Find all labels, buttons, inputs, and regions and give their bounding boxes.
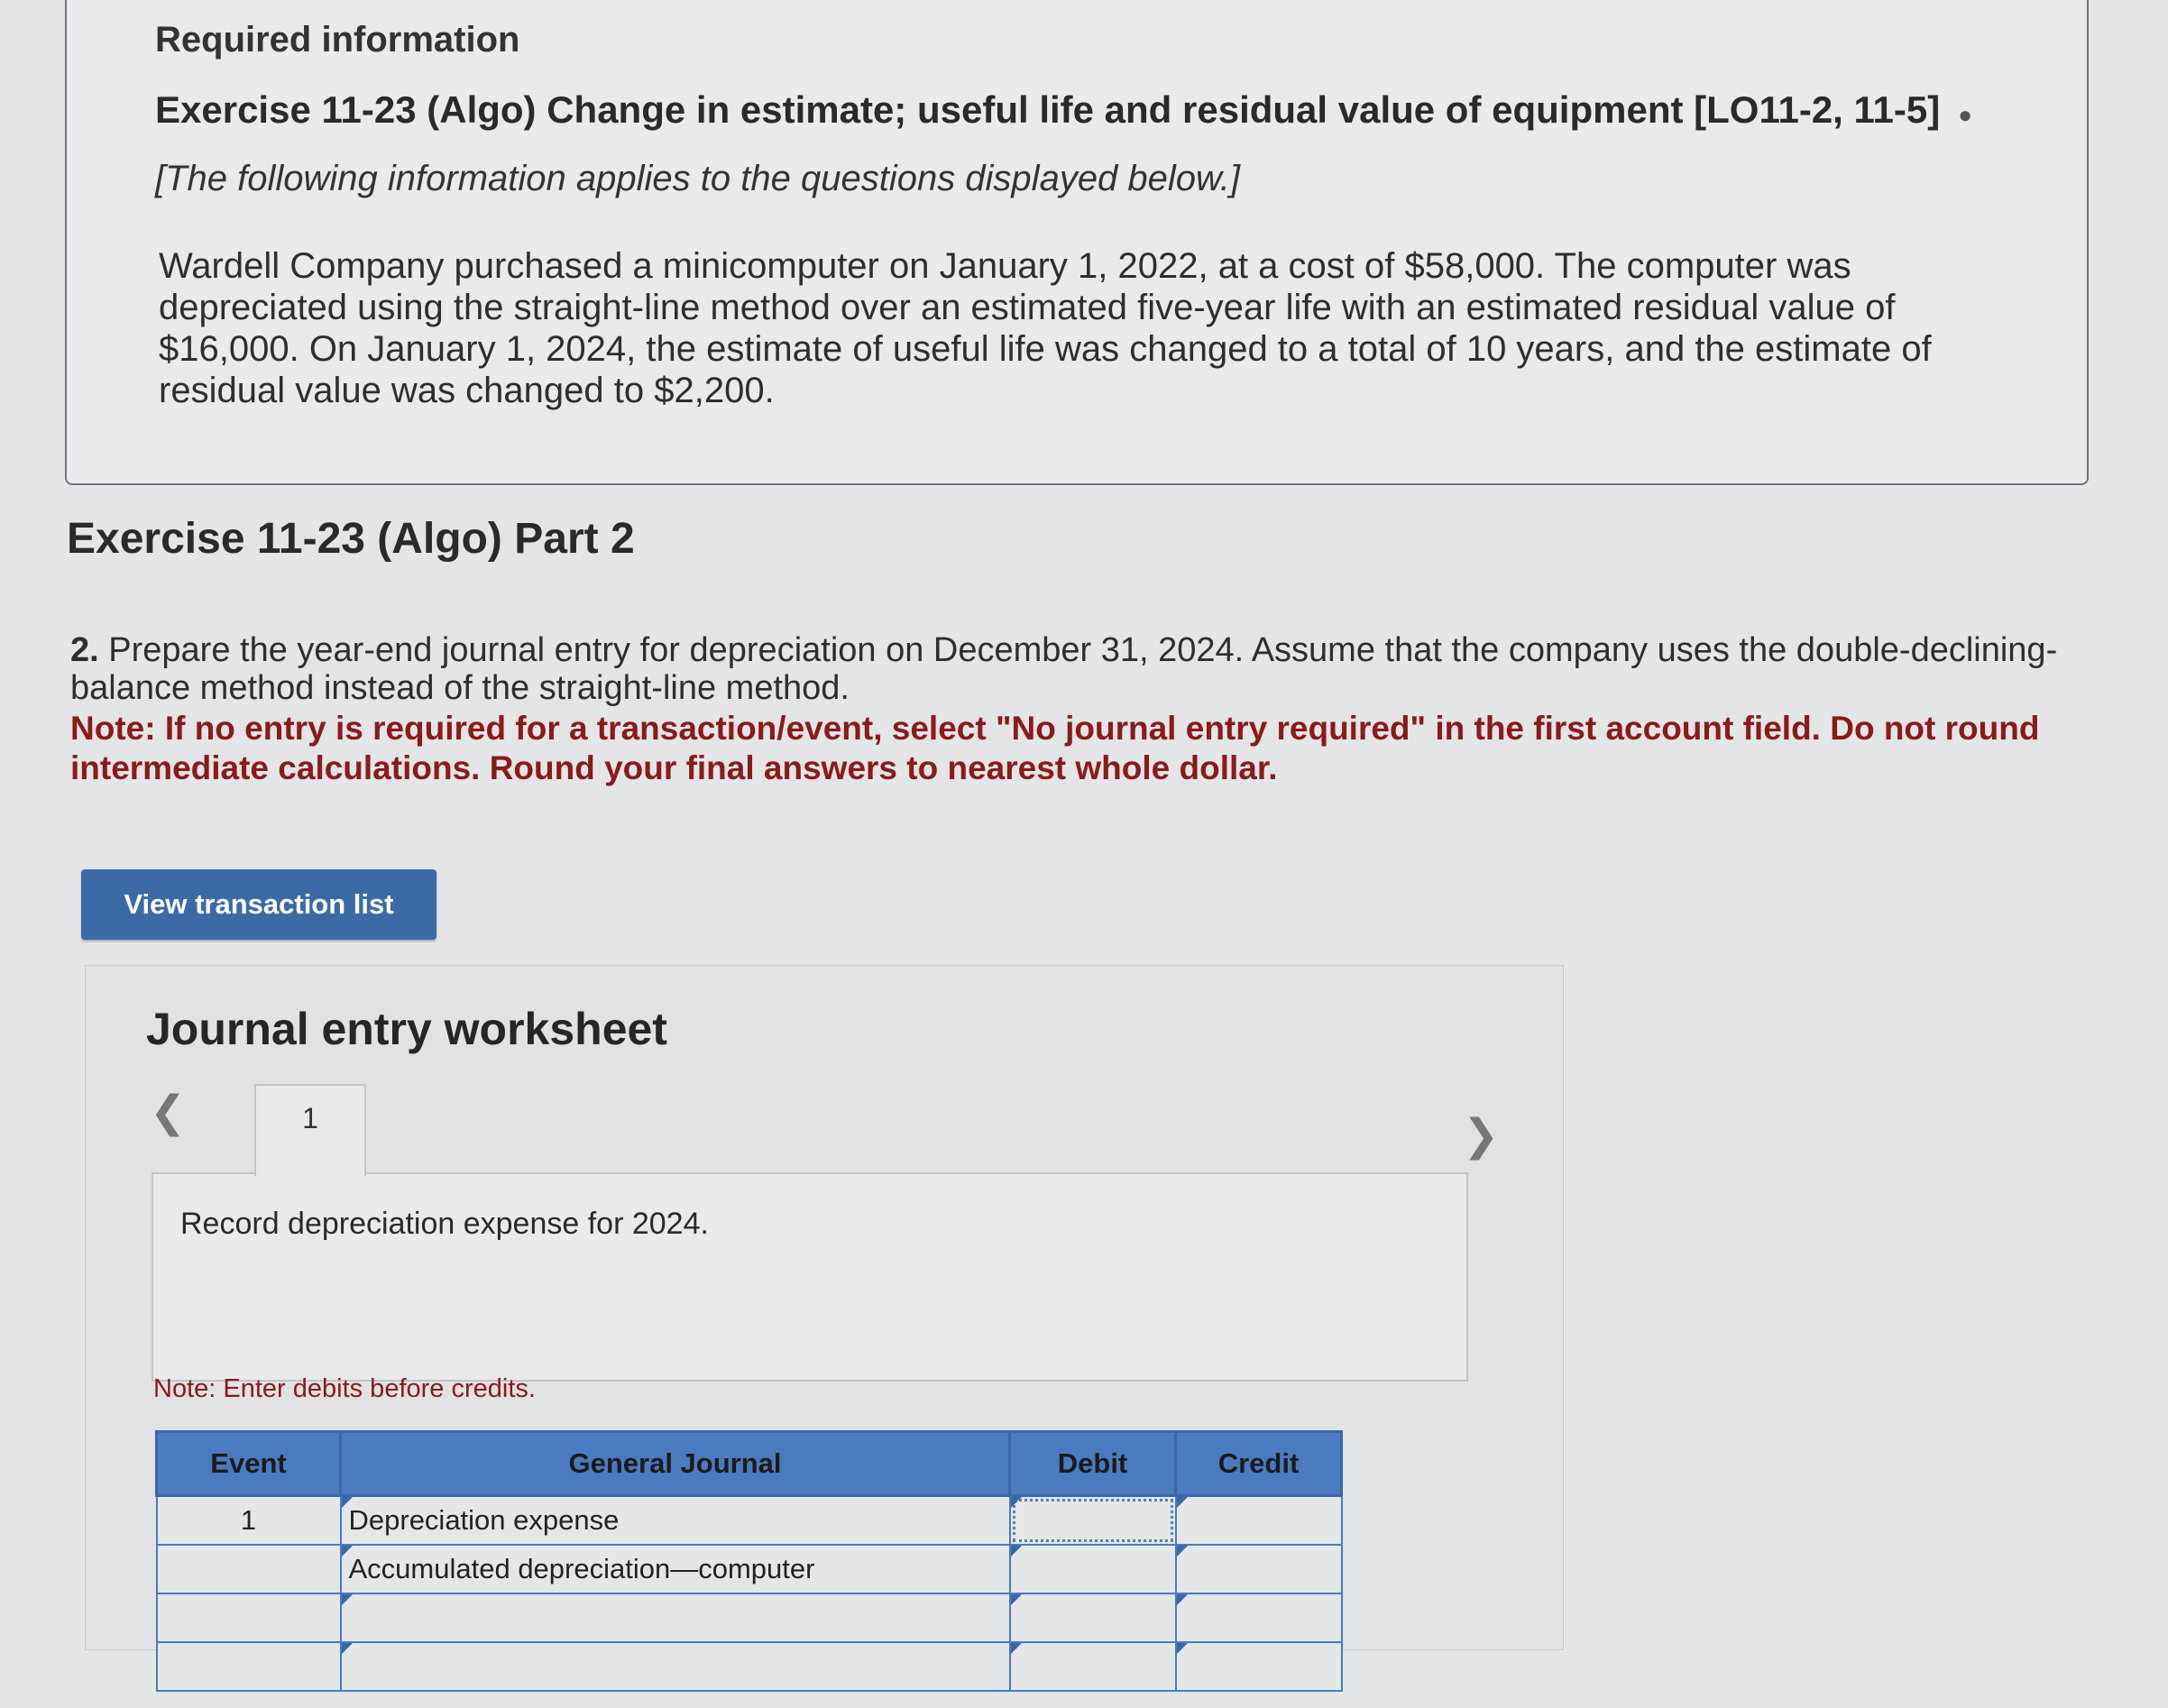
col-header-general-journal: General Journal: [339, 1430, 1011, 1497]
col-header-credit: Credit: [1174, 1430, 1343, 1497]
col-header-event: Event: [155, 1430, 342, 1497]
exercise-title-text: Exercise 11-23 (Algo) Change in estimate…: [155, 88, 1941, 131]
credit-input[interactable]: [1174, 1593, 1343, 1643]
debit-input[interactable]: [1008, 1494, 1177, 1546]
account-select[interactable]: Depreciation expense: [339, 1494, 1011, 1546]
chevron-right-icon[interactable]: ❯: [1463, 1115, 1499, 1158]
worksheet-title: Journal entry worksheet: [146, 1004, 667, 1054]
credit-input[interactable]: [1174, 1544, 1343, 1594]
exercise-title: Exercise 11-23 (Algo) Change in estimate…: [155, 88, 1972, 132]
account-select[interactable]: [339, 1641, 1011, 1692]
scenario-text: Wardell Company purchased a minicomputer…: [159, 246, 1932, 410]
required-info-panel: [65, 0, 2089, 485]
table-row: [155, 1641, 1343, 1692]
required-info-title: Required information: [155, 20, 520, 60]
question-note: Note: If no entry is required for a tran…: [70, 710, 2040, 786]
bullet-icon: ●: [1958, 101, 1972, 128]
account-select[interactable]: [339, 1593, 1011, 1643]
credit-input[interactable]: [1174, 1494, 1343, 1546]
debit-input[interactable]: [1008, 1593, 1177, 1643]
general-journal-table: Event General Journal Debit Credit 1 Dep…: [155, 1430, 1343, 1692]
debit-input[interactable]: [1008, 1544, 1177, 1594]
question-body: Prepare the year-end journal entry for d…: [70, 631, 2058, 707]
table-row: Accumulated depreciation—computer: [155, 1544, 1343, 1594]
part-title: Exercise 11-23 (Algo) Part 2: [67, 515, 635, 563]
event-cell: [155, 1641, 342, 1692]
instruction-text: Record depreciation expense for 2024.: [180, 1207, 709, 1241]
col-header-debit: Debit: [1008, 1430, 1177, 1497]
table-row: [155, 1593, 1343, 1643]
question-number: 2.: [70, 631, 99, 669]
enter-debits-note: Note: Enter debits before credits.: [153, 1374, 536, 1403]
event-cell: [155, 1544, 342, 1594]
worksheet-tab-1[interactable]: 1: [254, 1084, 366, 1176]
view-transaction-list-button[interactable]: View transaction list: [81, 869, 436, 940]
journal-header-row: Event General Journal Debit Credit: [155, 1430, 1343, 1497]
table-row: 1 Depreciation expense: [155, 1494, 1343, 1546]
debit-input[interactable]: [1008, 1641, 1177, 1692]
account-select[interactable]: Accumulated depreciation—computer: [339, 1544, 1011, 1594]
event-cell: [155, 1593, 342, 1643]
applies-text: [The following information applies to th…: [155, 159, 1240, 198]
credit-input[interactable]: [1174, 1641, 1343, 1692]
question-text: 2. Prepare the year-end journal entry fo…: [70, 631, 2145, 707]
chevron-left-icon[interactable]: ❮: [150, 1091, 186, 1134]
instruction-box: [152, 1172, 1468, 1382]
event-cell: 1: [155, 1494, 342, 1546]
